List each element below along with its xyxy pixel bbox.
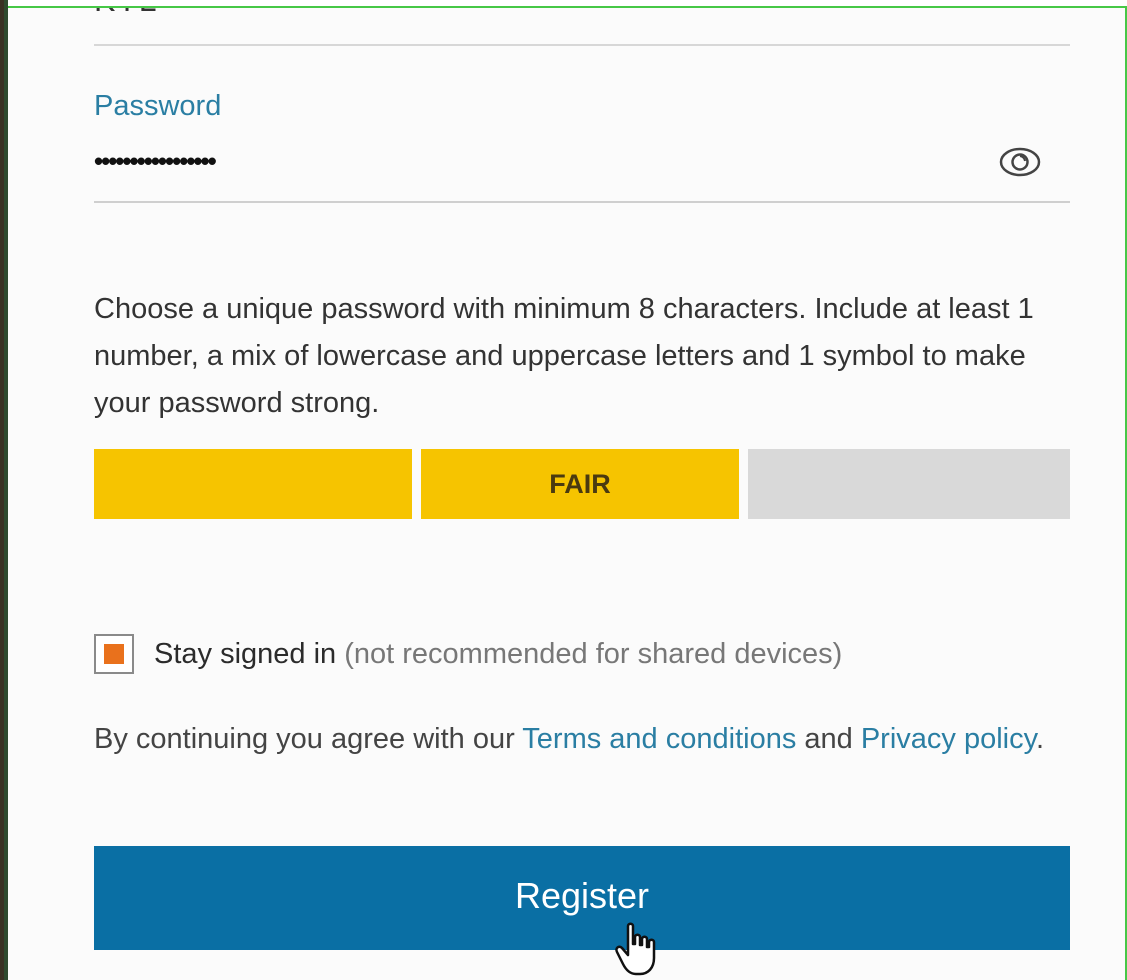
strength-segment-3 — [748, 449, 1070, 519]
checkbox-checked-mark — [104, 644, 124, 664]
agreement-middle: and — [796, 723, 861, 755]
registration-form: KYL Password ••••••••••••••••• Choose a … — [8, 8, 1125, 980]
password-input[interactable]: ••••••••••••••••• — [94, 146, 217, 177]
register-button[interactable]: Register — [94, 846, 1070, 950]
agreement-text: By continuing you agree with our Terms a… — [94, 716, 1084, 763]
stay-signed-in-checkbox[interactable] — [94, 634, 134, 674]
agreement-suffix: . — [1035, 723, 1045, 755]
previous-field-value[interactable]: KYL — [94, 8, 157, 19]
strength-label: FAIR — [549, 469, 611, 499]
show-password-button[interactable] — [998, 144, 1042, 180]
window-left-shadow — [0, 0, 4, 980]
password-label: Password — [94, 90, 222, 122]
stay-signed-in-note: (not recommended for shared devices) — [344, 638, 843, 670]
stay-signed-in-row[interactable]: Stay signed in (not recommended for shar… — [154, 634, 842, 674]
password-underline — [94, 201, 1070, 203]
previous-field-underline — [94, 44, 1070, 46]
stay-signed-in-label: Stay signed in — [154, 638, 337, 670]
password-hint: Choose a unique password with minimum 8 … — [94, 293, 1034, 419]
agreement-prefix: By continuing you agree with our — [94, 723, 523, 755]
hand-cursor-icon — [615, 922, 656, 976]
privacy-link[interactable]: Privacy policy — [861, 723, 1036, 755]
eye-icon — [999, 147, 1041, 177]
terms-link[interactable]: Terms and conditions — [522, 723, 796, 755]
strength-segment-1 — [94, 449, 412, 519]
